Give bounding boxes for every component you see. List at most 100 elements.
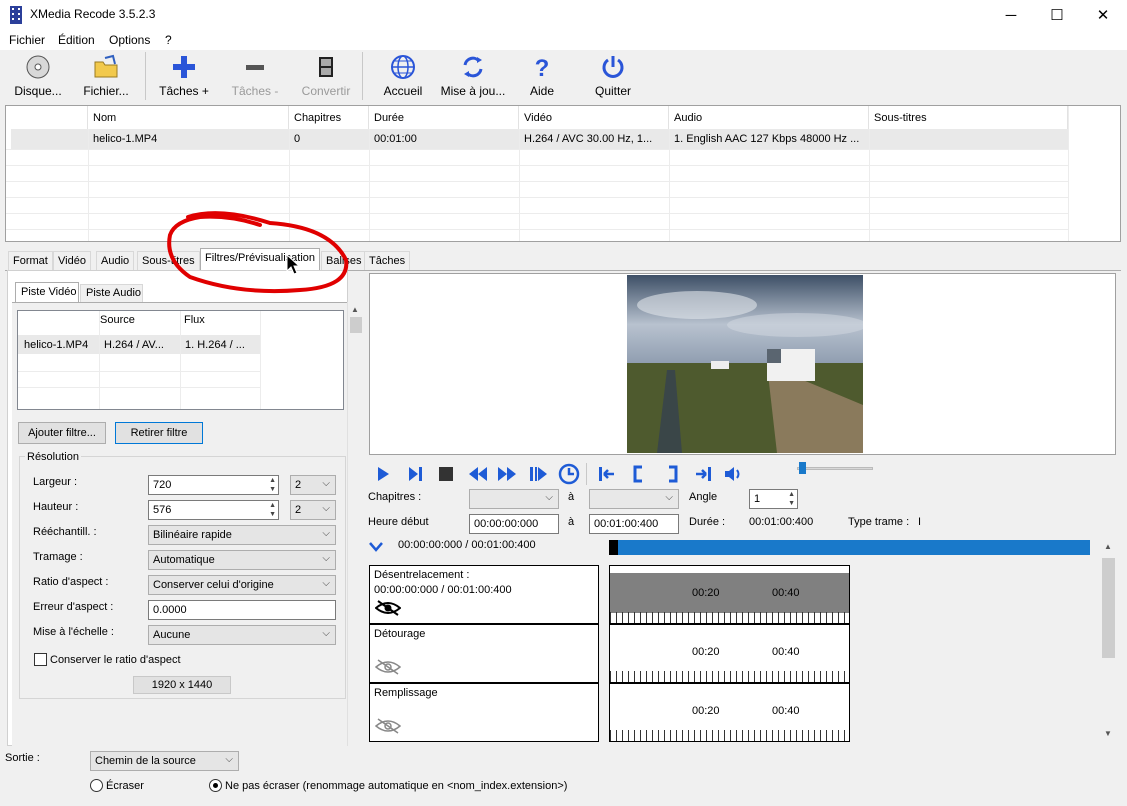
stop-icon[interactable]: [435, 463, 457, 485]
remove-task-button[interactable]: Tâches -: [228, 54, 282, 100]
column-header-audio[interactable]: Audio: [669, 106, 869, 129]
goto-start-icon[interactable]: [596, 463, 618, 485]
sortie-select[interactable]: Chemin de la source ⌵: [90, 751, 239, 771]
hauteur-value: 576: [153, 504, 172, 516]
eye-disabled-icon[interactable]: [375, 658, 401, 676]
column-header-duree[interactable]: Durée: [369, 106, 519, 129]
cell-nom: helico-1.MP4: [88, 129, 289, 149]
chapitre-end-select[interactable]: ⌵: [589, 489, 679, 509]
timeline-cursor[interactable]: [609, 540, 618, 555]
volume-slider-thumb[interactable]: [799, 462, 806, 474]
menu-edition[interactable]: Édition: [58, 33, 95, 47]
reechantillonnage-select[interactable]: Bilinéaire rapide ⌵: [148, 525, 336, 545]
disque-button[interactable]: Disque...: [12, 54, 64, 100]
conserver-ratio-checkbox[interactable]: [34, 653, 47, 666]
goto-end-icon[interactable]: [692, 463, 714, 485]
grid-line: [369, 129, 370, 241]
heure-a-label: à: [568, 516, 575, 528]
heure-debut-input[interactable]: 00:00:00:000: [469, 514, 559, 534]
chevron-down-icon: ⌵: [665, 492, 673, 503]
chapitre-start-select[interactable]: ⌵: [469, 489, 559, 509]
ne-pas-ecraser-radio[interactable]: [209, 779, 222, 792]
play-icon[interactable]: [372, 463, 394, 485]
tab-video[interactable]: Vidéo: [53, 251, 91, 270]
filter-track-desentrelacement[interactable]: 00:20 00:40: [609, 565, 850, 624]
clock-icon[interactable]: [558, 463, 580, 485]
volume-icon[interactable]: [722, 463, 744, 485]
next-frame-icon[interactable]: [404, 463, 426, 485]
hauteur-divisor-select[interactable]: 2 ⌵: [290, 500, 336, 520]
tab-audio[interactable]: Audio: [96, 251, 135, 270]
filter-item-desentrelacement[interactable]: Désentrelacement : 00:00:00:000 / 00:01:…: [369, 565, 599, 624]
subtab-piste-video[interactable]: Piste Vidéo: [15, 282, 79, 303]
conserver-ratio-label: Conserver le ratio d'aspect: [50, 654, 181, 666]
erreur-label: Erreur d'aspect :: [33, 601, 114, 613]
convert-button[interactable]: Convertir: [296, 54, 356, 100]
mark-out-icon[interactable]: [661, 463, 683, 485]
column-header-sous-titres[interactable]: Sous-titres: [869, 106, 1068, 129]
filter-item-remplissage[interactable]: Remplissage: [369, 683, 599, 742]
tramage-select[interactable]: Automatique ⌵: [148, 550, 336, 570]
column-header-nom[interactable]: Nom: [88, 106, 289, 129]
subtab-piste-audio[interactable]: Piste Audio: [80, 284, 143, 303]
filter-item-detourage[interactable]: Détourage: [369, 624, 599, 683]
add-task-button[interactable]: Tâches +: [157, 54, 211, 100]
scroll-up-icon[interactable]: ▲: [351, 305, 359, 314]
track-list[interactable]: Source Flux helico-1.MP4 H.264 / AV... 1…: [17, 310, 344, 410]
tab-taches[interactable]: Tâches: [364, 251, 411, 270]
window-title: XMedia Recode 3.5.2.3: [30, 7, 156, 21]
largeur-divisor-select[interactable]: 2 ⌵: [290, 475, 336, 495]
spinner-arrows-icon[interactable]: ▲ ▼: [788, 490, 795, 508]
spinner-arrows-icon[interactable]: ▲ ▼: [269, 476, 276, 494]
rewind-icon[interactable]: [467, 463, 489, 485]
volume-slider[interactable]: [797, 467, 873, 470]
spinner-arrows-icon[interactable]: ▲ ▼: [269, 501, 276, 519]
scroll-up-icon[interactable]: ▲: [1104, 542, 1112, 551]
open-folder-icon: [94, 54, 118, 78]
scroll-thumb[interactable]: [350, 317, 362, 333]
timeline-progress[interactable]: [609, 540, 1090, 555]
question-icon: ?: [535, 55, 550, 80]
ecraser-radio[interactable]: [90, 779, 103, 792]
globe-icon: [391, 55, 415, 79]
ratio-select[interactable]: Conserver celui d'origine ⌵: [148, 575, 336, 595]
heure-fin-input[interactable]: 00:01:00:400: [589, 514, 679, 534]
tab-format[interactable]: Format: [8, 251, 53, 270]
hauteur-spinner[interactable]: 576 ▲ ▼: [148, 500, 279, 520]
mise-echelle-select[interactable]: Aucune ⌵: [148, 625, 336, 645]
timeline-scrollbar[interactable]: ▲ ▼: [1100, 540, 1117, 743]
chevron-down-icon[interactable]: [369, 541, 383, 553]
filter-track-detourage[interactable]: 00:20 00:40: [609, 624, 850, 683]
largeur-spinner[interactable]: 720 ▲ ▼: [148, 475, 279, 495]
update-button[interactable]: Mise à jou...: [438, 54, 508, 100]
filter-track-remplissage[interactable]: 00:20 00:40: [609, 683, 850, 742]
eye-disabled-icon[interactable]: [375, 717, 401, 735]
fichier-button[interactable]: Fichier...: [80, 54, 132, 100]
quit-button[interactable]: Quitter: [588, 54, 638, 100]
film-convert-icon: [319, 57, 333, 77]
mark-in-icon[interactable]: [628, 463, 650, 485]
close-button[interactable]: ✕: [1080, 0, 1126, 30]
help-button[interactable]: ? Aide: [520, 54, 564, 100]
playback-controls: [372, 463, 752, 487]
remove-filter-button[interactable]: Retirer filtre: [115, 422, 203, 444]
maximize-button[interactable]: ☐: [1034, 0, 1080, 30]
column-header-chapitres[interactable]: Chapitres: [289, 106, 369, 129]
scroll-down-icon[interactable]: ▼: [1104, 729, 1112, 738]
add-filter-button[interactable]: Ajouter filtre...: [18, 422, 106, 444]
angle-spinner[interactable]: 1 ▲ ▼: [749, 489, 798, 509]
step-forward-icon[interactable]: [527, 463, 549, 485]
eye-icon[interactable]: [375, 599, 401, 617]
column-header-video[interactable]: Vidéo: [519, 106, 669, 129]
accueil-button[interactable]: Accueil: [378, 54, 428, 100]
radio-selected-dot: [213, 783, 218, 788]
menu-fichier[interactable]: Fichier: [9, 33, 45, 47]
minimize-button[interactable]: ─: [988, 0, 1034, 30]
menu-help[interactable]: ?: [165, 33, 172, 47]
scroll-thumb[interactable]: [1102, 558, 1115, 658]
filter-range-bar[interactable]: [610, 573, 849, 613]
left-scrollbar[interactable]: ▲: [347, 302, 364, 746]
menu-options[interactable]: Options: [109, 33, 150, 47]
erreur-input[interactable]: 0.0000: [148, 600, 336, 620]
fast-forward-icon[interactable]: [496, 463, 518, 485]
